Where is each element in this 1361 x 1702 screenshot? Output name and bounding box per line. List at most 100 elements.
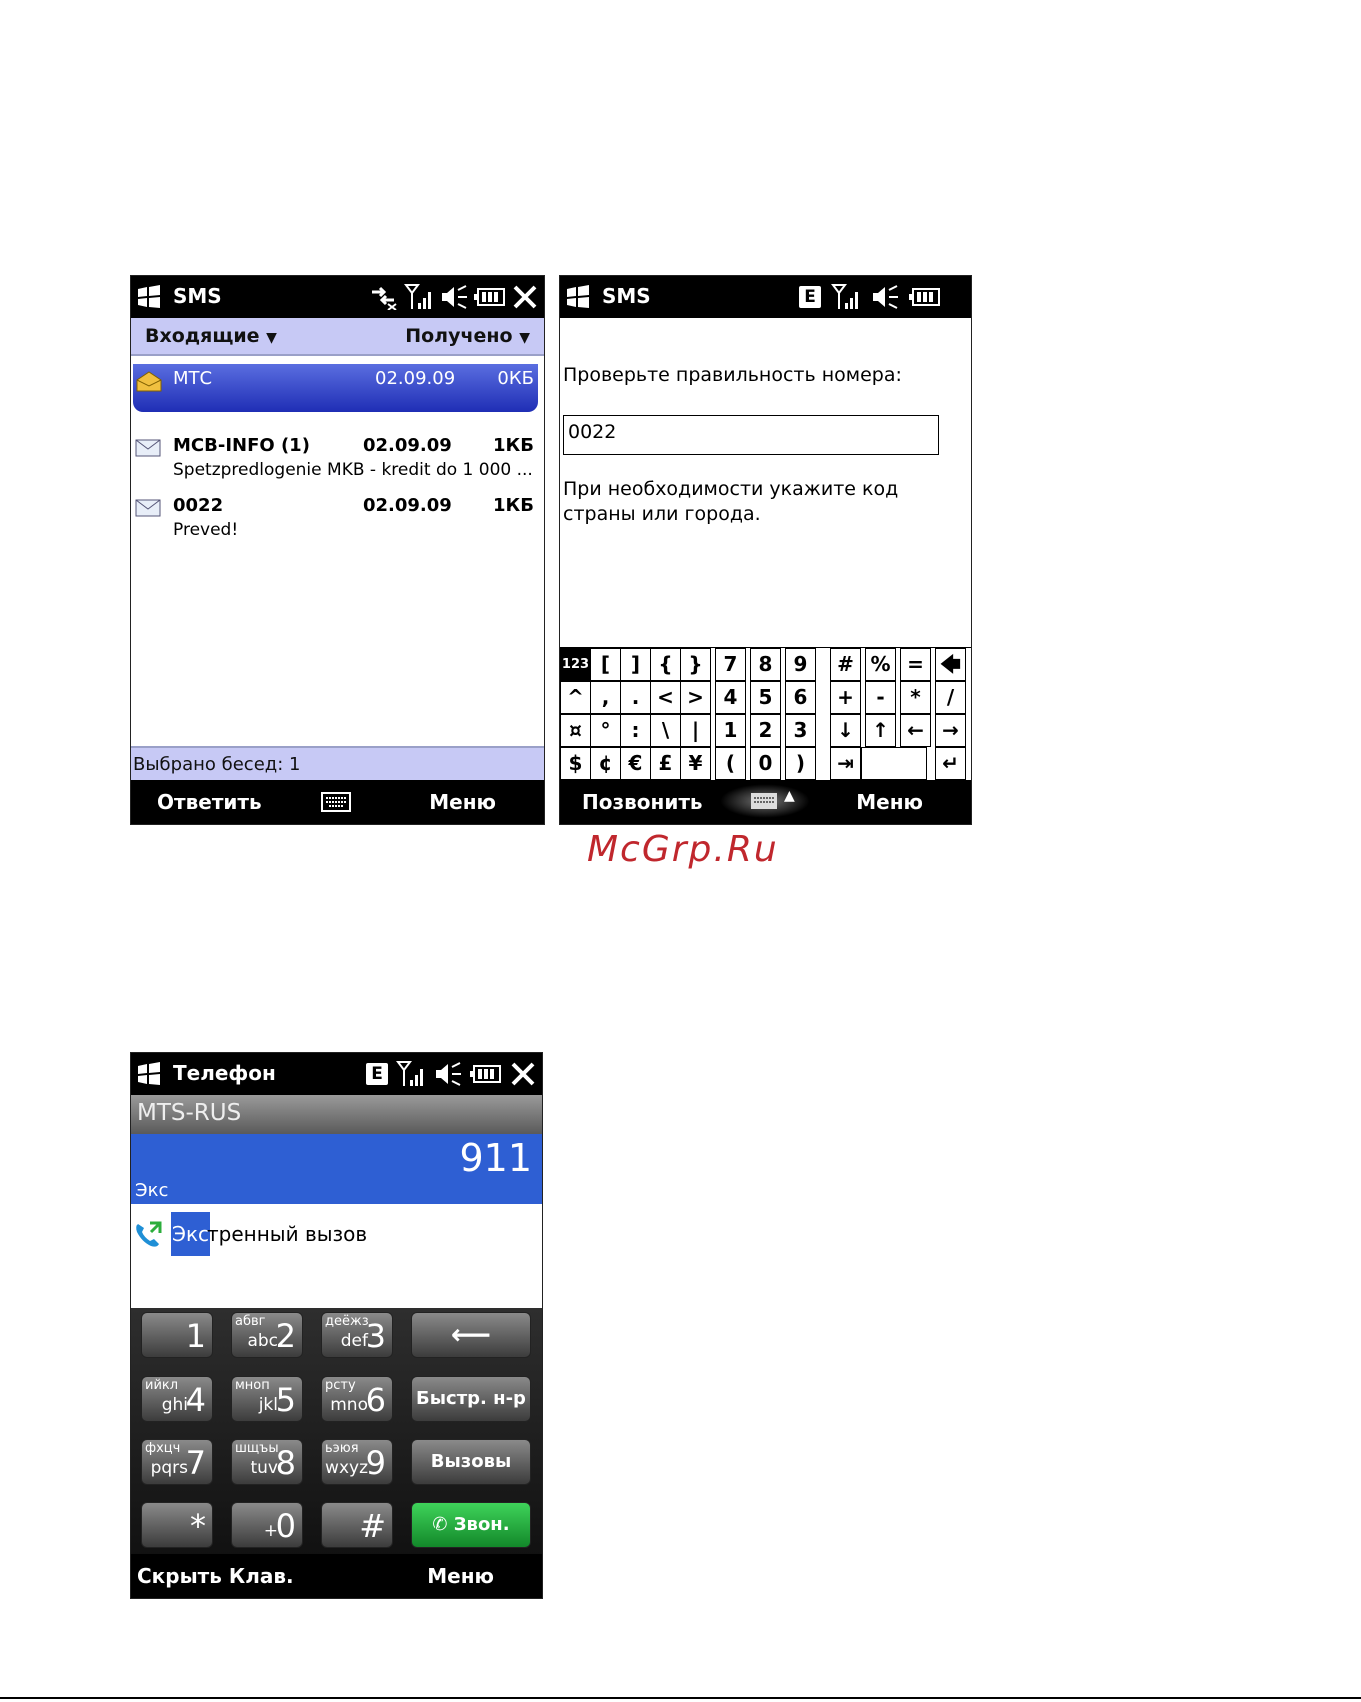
keypad-key[interactable]: ) <box>785 747 816 780</box>
keypad-key[interactable]: | <box>680 714 711 747</box>
backspace-button[interactable]: ⟵ <box>411 1312 531 1358</box>
windows-logo-icon[interactable] <box>565 285 591 309</box>
keypad-key[interactable]: ( <box>715 747 746 780</box>
folder-dropdown[interactable]: Входящие ▼ <box>145 325 277 347</box>
windows-logo-icon[interactable] <box>136 1062 162 1086</box>
dial-key[interactable]: 2 абвг abc <box>231 1312 303 1358</box>
keypad-key[interactable]: \ <box>650 714 681 747</box>
keypad-key[interactable]: → <box>935 714 966 747</box>
keypad-key[interactable]: 4 <box>715 681 746 714</box>
keypad-key[interactable]: ↓ <box>830 714 861 747</box>
keypad-key[interactable]: ↵ <box>935 747 966 780</box>
keypad-key[interactable]: 2 <box>750 714 781 747</box>
dial-call-button[interactable]: ✆ Звон. <box>411 1502 531 1548</box>
suggestion-item[interactable]: Экс тренный вызов <box>131 1212 542 1256</box>
keypad-key[interactable]: % <box>865 648 896 681</box>
envelope-icon <box>135 439 161 457</box>
chevron-down-icon: ▼ <box>266 330 277 346</box>
keypad-key[interactable]: 1 <box>715 714 746 747</box>
dial-key[interactable]: 4 ийкл ghi <box>141 1376 213 1422</box>
menu-button[interactable]: Меню <box>429 790 496 814</box>
keypad-key[interactable]: 9 <box>785 648 816 681</box>
keypad-key[interactable]: : <box>620 714 651 747</box>
dial-key[interactable]: 1 <box>141 1312 213 1358</box>
menu-button[interactable]: Меню <box>856 790 923 814</box>
close-icon[interactable] <box>510 1061 536 1087</box>
list-item[interactable]: MCB-INFO (1) 02.09.09 1КБ Spetzpredlogen… <box>131 433 544 489</box>
call-button[interactable]: Позвонить <box>582 790 703 814</box>
keypad-key[interactable]: ¥ <box>680 747 711 780</box>
dial-key[interactable]: 5 мноп jkl <box>231 1376 303 1422</box>
dial-cyrillic-letters: мноп <box>235 1378 270 1393</box>
hide-keypad-button[interactable]: Скрыть Клав. <box>137 1564 294 1588</box>
dial-key[interactable]: 3 деёжз def <box>321 1312 393 1358</box>
keypad-key[interactable]: ¢ <box>590 747 621 780</box>
keypad-key[interactable]: [ <box>590 648 621 681</box>
prompt-text: Проверьте правильность номера: <box>563 364 902 386</box>
keypad-key[interactable]: < <box>650 681 681 714</box>
data-sync-icon <box>372 286 397 310</box>
windows-logo-icon[interactable] <box>136 285 162 309</box>
keypad-key[interactable]: $ <box>560 747 591 780</box>
dial-key[interactable]: 8 шщъы tuv <box>231 1439 303 1485</box>
caret-up-icon: ▲ <box>784 788 795 804</box>
volume-muted-icon[interactable] <box>434 1061 462 1087</box>
dial-latin-letters: wxyz <box>325 1458 368 1478</box>
dial-latin-letters: + <box>263 1521 278 1541</box>
close-icon[interactable] <box>512 284 538 310</box>
watermark: McGrp.Ru <box>587 829 779 870</box>
speed-dial-button[interactable]: Быстр. н-р <box>411 1376 531 1422</box>
keypad-key[interactable]: 0 <box>750 747 781 780</box>
keypad-key[interactable]: 7 <box>715 648 746 681</box>
keypad-key[interactable]: 3 <box>785 714 816 747</box>
softkey-bar: Скрыть Клав. Меню <box>131 1554 542 1598</box>
keypad-key[interactable]: ¤ <box>560 714 591 747</box>
dial-key[interactable]: # <box>321 1502 393 1548</box>
keypad-key[interactable]: ← <box>900 714 931 747</box>
keypad-key[interactable]: £ <box>650 747 681 780</box>
sort-dropdown[interactable]: Получено ▼ <box>405 325 530 347</box>
keypad-key[interactable]: ^ <box>560 681 591 714</box>
keypad-key[interactable]: ↑ <box>865 714 896 747</box>
dial-key[interactable]: 9 ьэюя wxyz <box>321 1439 393 1485</box>
volume-muted-icon[interactable] <box>871 284 899 310</box>
keypad-key[interactable]: # <box>830 648 861 681</box>
dial-key[interactable]: * <box>141 1502 213 1548</box>
keypad-key[interactable]: = <box>900 648 931 681</box>
keypad-key[interactable]: 123 <box>560 648 591 681</box>
backspace-arrow-icon: ⟵ <box>450 1318 492 1351</box>
keypad-key[interactable] <box>861 747 927 780</box>
input-panel-toggle[interactable]: ▲ <box>720 784 810 818</box>
button-label: Звон. <box>453 1514 510 1535</box>
keypad-key[interactable]: 5 <box>750 681 781 714</box>
hint-line-2: страны или города. <box>563 503 761 525</box>
keypad-key[interactable]: * <box>900 681 931 714</box>
keypad-key[interactable]: ⇥ <box>830 747 861 780</box>
keypad-key[interactable]: + <box>830 681 861 714</box>
keypad-key[interactable]: ° <box>590 714 621 747</box>
keypad-key[interactable]: . <box>620 681 651 714</box>
keypad-key[interactable]: 🡄 <box>935 648 966 681</box>
keypad-key[interactable]: { <box>650 648 681 681</box>
keyboard-icon[interactable] <box>321 792 351 812</box>
keypad-key[interactable]: 6 <box>785 681 816 714</box>
volume-muted-icon[interactable] <box>440 284 468 310</box>
keypad-key[interactable]: 8 <box>750 648 781 681</box>
dial-key[interactable]: 0 + <box>231 1502 303 1548</box>
call-history-button[interactable]: Вызовы <box>411 1439 531 1485</box>
dial-key[interactable]: 6 рсту mno <box>321 1376 393 1422</box>
keypad-key[interactable]: > <box>680 681 711 714</box>
keypad-key[interactable]: - <box>865 681 896 714</box>
menu-button[interactable]: Меню <box>427 1564 494 1588</box>
dial-latin-letters: tuv <box>250 1458 278 1478</box>
keypad-key[interactable]: € <box>620 747 651 780</box>
keypad-key[interactable]: , <box>590 681 621 714</box>
list-item[interactable]: МТС 02.09.09 0КБ <box>133 364 538 412</box>
keypad-key[interactable]: / <box>935 681 966 714</box>
dial-key[interactable]: 7 фхцч pqrs <box>141 1439 213 1485</box>
number-field[interactable]: 0022 <box>563 415 939 455</box>
keypad-key[interactable]: } <box>680 648 711 681</box>
list-item[interactable]: 0022 02.09.09 1КБ Preved! <box>131 493 544 549</box>
keypad-key[interactable]: ] <box>620 648 651 681</box>
reply-button[interactable]: Ответить <box>157 790 262 814</box>
